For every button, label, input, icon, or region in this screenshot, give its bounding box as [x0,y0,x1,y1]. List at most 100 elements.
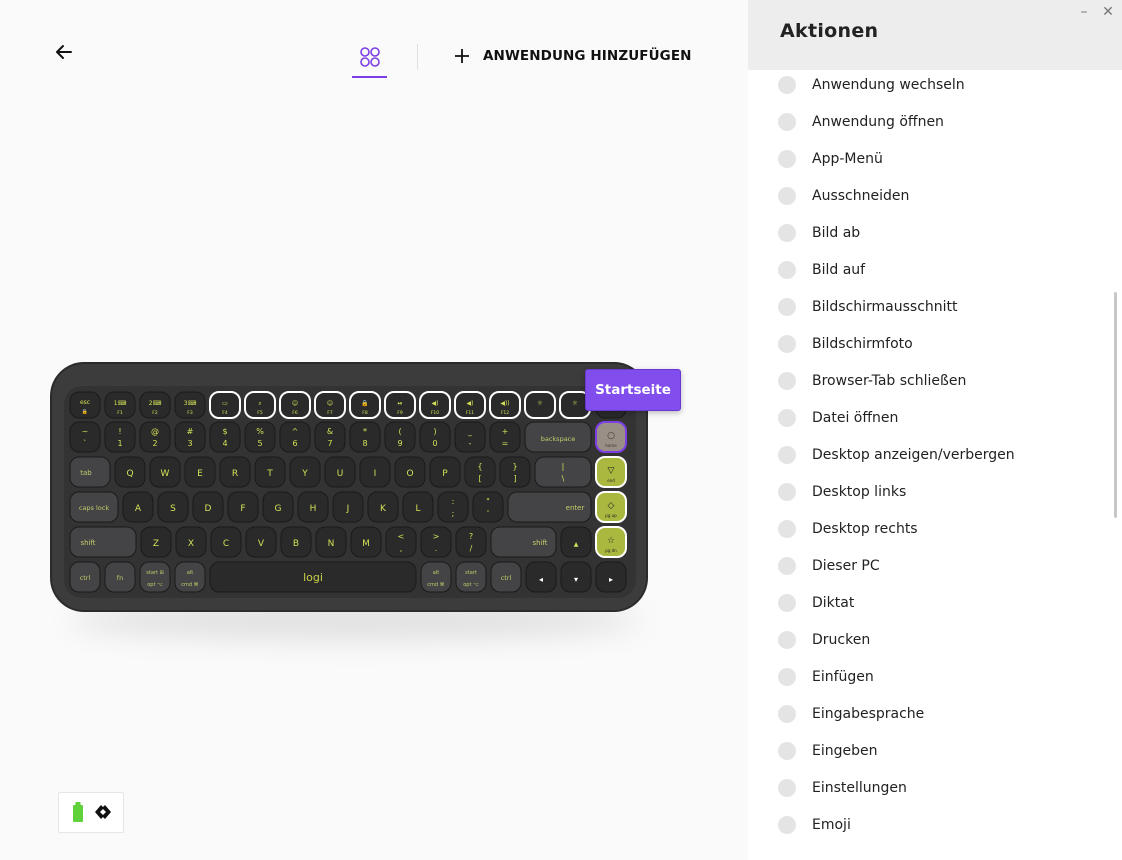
function-key[interactable]: F6 ☺ [279,391,311,419]
spacebar[interactable]: logi [209,561,417,593]
action-item[interactable]: Bild ab [778,215,1098,251]
esc-key[interactable]: esc 🔒 [69,391,101,419]
letter-key[interactable]: E [184,456,216,488]
modifier-key[interactable]: start ⊞ opt ⌥ [139,561,171,593]
action-item[interactable]: Eingabesprache [778,696,1098,732]
number-key[interactable]: &7 [314,421,346,453]
letter-key[interactable]: J [332,491,364,523]
radio-button[interactable] [778,779,796,797]
number-key[interactable]: %5 [244,421,276,453]
end-key[interactable]: ▽ end [595,456,627,488]
letter-key[interactable]: H [297,491,329,523]
action-item[interactable]: Browser-Tab schließen [778,363,1098,399]
radio-button[interactable] [778,594,796,612]
radio-button[interactable] [778,742,796,760]
radio-button[interactable] [778,372,796,390]
symbol-key[interactable]: <, [385,526,417,558]
function-key[interactable]: F11 ◀) [454,391,486,419]
number-key[interactable]: _- [454,421,486,453]
modifier-key[interactable]: alt cmd ⌘ [420,561,452,593]
home-key[interactable]: ○ home [595,421,627,453]
letter-key[interactable]: Z [140,526,172,558]
left-ctrl-key[interactable]: ctrl [69,561,101,593]
action-item[interactable]: Ausschneiden [778,178,1098,214]
caps-lock-key[interactable]: caps lock [69,491,119,523]
close-button[interactable]: ✕ [1100,4,1116,20]
action-item[interactable]: Dieser PC [778,548,1098,584]
letter-key[interactable]: Y [289,456,321,488]
number-key[interactable]: $4 [209,421,241,453]
function-key[interactable]: F5 ⌕ [244,391,276,419]
symbol-key[interactable]: }] [499,456,531,488]
page-up-key[interactable]: ◇ pg up [595,491,627,523]
action-item[interactable]: Diktat [778,585,1098,621]
function-key[interactable]: ☼ [524,391,556,419]
fn-key[interactable]: fn [104,561,136,593]
arrow-left-key[interactable]: ◂ [525,561,557,593]
radio-button[interactable] [778,335,796,353]
action-item[interactable]: Eingeben [778,733,1098,769]
letter-key[interactable]: T [254,456,286,488]
arrow-right-key[interactable]: ▸ [595,561,627,593]
letter-key[interactable]: A [122,491,154,523]
number-key[interactable]: #3 [174,421,206,453]
right-shift-key[interactable]: shift [490,526,557,558]
letter-key[interactable]: D [192,491,224,523]
number-key[interactable]: += [489,421,521,453]
action-item[interactable]: Drucken [778,622,1098,658]
number-key[interactable]: @2 [139,421,171,453]
function-key[interactable]: F1 1⌨ [104,391,136,419]
letter-key[interactable]: U [324,456,356,488]
number-key[interactable]: !1 [104,421,136,453]
arrow-down-key[interactable]: ▾ [560,561,592,593]
letter-key[interactable]: K [367,491,399,523]
function-key[interactable]: F12 ◀)) [489,391,521,419]
letter-key[interactable]: X [175,526,207,558]
number-key[interactable]: ~` [69,421,101,453]
number-key[interactable]: ^6 [279,421,311,453]
radio-button[interactable] [778,113,796,131]
radio-button[interactable] [778,446,796,464]
letter-key[interactable]: C [210,526,242,558]
radio-button[interactable] [778,409,796,427]
function-key[interactable]: F10 ◀) [419,391,451,419]
symbol-key[interactable]: |\ [534,456,592,488]
action-item[interactable]: Einfügen [778,659,1098,695]
radio-button[interactable] [778,76,796,94]
radio-button[interactable] [778,483,796,501]
page-down-key[interactable]: ☆ pg dn [595,526,627,558]
letter-key[interactable]: F [227,491,259,523]
left-shift-key[interactable]: shift [69,526,137,558]
letter-key[interactable]: P [429,456,461,488]
action-item[interactable]: Bild auf [778,252,1098,288]
radio-button[interactable] [778,187,796,205]
letter-key[interactable]: G [262,491,294,523]
action-item[interactable]: Einstellungen [778,770,1098,806]
action-item[interactable]: Desktop rechts [778,511,1098,547]
minimize-button[interactable]: – [1076,4,1092,20]
radio-button[interactable] [778,224,796,242]
function-key[interactable]: F9 ⏯ [384,391,416,419]
radio-button[interactable] [778,150,796,168]
letter-key[interactable]: Q [114,456,146,488]
symbol-key[interactable]: :; [437,491,469,523]
letter-key[interactable]: B [280,526,312,558]
radio-button[interactable] [778,298,796,316]
letter-key[interactable]: M [350,526,382,558]
action-item[interactable]: Desktop links [778,474,1098,510]
letter-key[interactable]: O [394,456,426,488]
number-key[interactable]: *8 [349,421,381,453]
modifier-key[interactable]: alt cmd ⌘ [174,561,206,593]
letter-key[interactable]: R [219,456,251,488]
symbol-key[interactable]: {[ [464,456,496,488]
tab-key[interactable]: tab [69,456,111,488]
action-item[interactable]: App-Menü [778,141,1098,177]
letter-key[interactable]: V [245,526,277,558]
letter-key[interactable]: S [157,491,189,523]
back-button[interactable] [52,40,76,64]
letter-key[interactable]: I [359,456,391,488]
function-key[interactable]: F7 ☺ [314,391,346,419]
apps-tab[interactable] [352,40,388,78]
action-item[interactable]: Desktop anzeigen/verbergen [778,437,1098,473]
enter-key[interactable]: enter [507,491,592,523]
